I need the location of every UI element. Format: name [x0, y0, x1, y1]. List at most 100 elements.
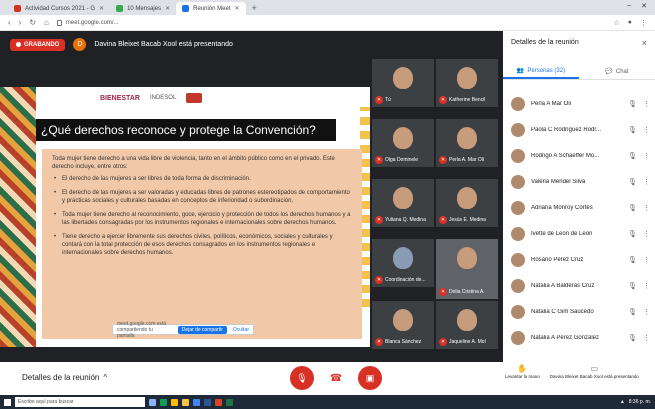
presentation-slide: BIENESTAR INDESOL ¿Qué derechos reconoce… — [0, 87, 370, 347]
mic-off-icon: 🎙 — [628, 179, 637, 186]
tab-label: 10 Mensajes — [127, 5, 162, 12]
participant-tile[interactable]: ✕ Tú — [372, 59, 434, 107]
participant-tile[interactable]: ✕ Yuliana Q. Medina — [372, 179, 434, 227]
minimize-icon[interactable]: – — [627, 2, 631, 10]
more-options-icon[interactable]: ⋮ — [643, 126, 650, 134]
more-options-icon[interactable]: ⋮ — [643, 230, 650, 238]
raise-hand-button[interactable]: ✋ Levantar la mano — [505, 364, 540, 379]
mic-off-icon: 🎙 — [628, 101, 637, 108]
participant-name: Paola C Rodríguez Rodr... — [531, 127, 602, 133]
powerpoint-icon[interactable] — [215, 398, 222, 406]
list-item[interactable]: Paola C Rodríguez Rodr... 🎙 ⋮ — [503, 117, 655, 143]
leave-call-button[interactable]: ☎ — [328, 366, 344, 390]
forward-icon[interactable]: › — [19, 18, 22, 27]
meeting-details-button[interactable]: Detalles de la reunión ^ — [22, 373, 107, 382]
list-item[interactable]: Rosario Pérez Cruz 🎙 ⋮ — [503, 247, 655, 273]
slide-content-box: Toda mujer tiene derecho a una vida libr… — [42, 149, 362, 339]
url-text: meet.google.com/... — [65, 19, 119, 26]
mic-off-icon: 🎙 — [628, 127, 637, 134]
participant-video — [393, 187, 413, 209]
more-options-icon[interactable]: ⋮ — [643, 256, 650, 264]
task-view-icon[interactable] — [149, 398, 156, 406]
menu-icon[interactable]: ⋮ — [640, 19, 647, 27]
participant-video — [457, 127, 477, 149]
edge-icon[interactable] — [160, 398, 167, 406]
mic-off-icon: 🎙 — [628, 283, 637, 290]
participant-tile[interactable]: ✕ Delia Cristina A. — [436, 239, 498, 299]
word-icon[interactable] — [204, 398, 211, 406]
mic-off-icon: ✕ — [375, 338, 383, 346]
chrome-icon[interactable] — [171, 398, 178, 406]
bookmark-icon[interactable]: ☆ — [613, 19, 619, 27]
close-icon[interactable]: × — [642, 38, 647, 48]
folder-icon[interactable] — [182, 398, 189, 406]
tab-close-icon[interactable]: ✕ — [165, 5, 170, 12]
stop-sharing-button[interactable]: Dejar de compartir — [177, 325, 227, 334]
participant-tile[interactable]: ✕ Katherine Bencil — [436, 59, 498, 107]
mic-off-icon: ✕ — [439, 338, 447, 346]
tab-close-icon[interactable]: ✕ — [99, 5, 104, 12]
taskbar-search-input[interactable]: Escribe aquí para buscar — [15, 397, 145, 407]
more-options-icon[interactable]: ⋮ — [643, 334, 650, 342]
slide-logos: BIENESTAR INDESOL — [100, 93, 203, 103]
slide-intro: Toda mujer tiene derecho a una vida libr… — [52, 156, 335, 170]
excel-icon[interactable] — [226, 398, 233, 406]
back-icon[interactable]: ‹ — [8, 18, 11, 27]
url-field[interactable]: meet.google.com/... — [56, 17, 606, 28]
participant-name: Natalia A Pérez González — [531, 335, 600, 341]
participant-tile[interactable]: ✕ Coordinación de... — [372, 239, 434, 287]
call-controls: 🎙 ☎ ▣ — [290, 366, 382, 390]
screen-share-notification: meet.google.com está compartiendo tu pan… — [112, 321, 254, 339]
new-tab-button[interactable]: + — [246, 3, 263, 13]
list-item[interactable]: Perla A Mar Oli 🎙 ⋮ — [503, 91, 655, 117]
profile-icon[interactable]: ● — [628, 19, 632, 27]
presenter-avatar: D — [73, 38, 87, 51]
network-icon[interactable]: ▲ — [620, 399, 625, 405]
more-options-icon[interactable]: ⋮ — [643, 308, 650, 316]
browser-tab-3[interactable]: Reunión Meet ✕ — [176, 2, 246, 15]
presenting-button[interactable]: ▭ Davina Bleixet Bacab Xool está present… — [550, 364, 639, 379]
participant-tile[interactable]: ✕ Blanca Sánchez — [372, 301, 434, 349]
more-options-icon[interactable]: ⋮ — [643, 100, 650, 108]
browser-tab-1[interactable]: Actividad Cursos 2021 - G ✕ — [8, 2, 110, 15]
present-screen-icon: ▭ — [590, 364, 599, 373]
record-icon — [16, 42, 21, 47]
list-item[interactable]: Ivette de Leon de Leon 🎙 ⋮ — [503, 221, 655, 247]
close-window-icon[interactable]: ✕ — [641, 2, 647, 10]
tab-label: Actividad Cursos 2021 - G — [25, 5, 96, 12]
list-item[interactable]: Natalia C Gim Saucedo 🎙 ⋮ — [503, 299, 655, 325]
tab-close-icon[interactable]: ✕ — [234, 5, 239, 12]
more-options-icon[interactable]: ⋮ — [643, 178, 650, 186]
more-options-icon[interactable]: ⋮ — [643, 282, 650, 290]
home-icon[interactable]: ⌂ — [44, 18, 49, 27]
tab-people[interactable]: 👥 Personas (32) — [503, 64, 579, 79]
list-item[interactable]: Natalia A Balderas Cruz 🎙 ⋮ — [503, 273, 655, 299]
chat-icon: 💬 — [605, 69, 613, 75]
mic-off-icon: ✕ — [439, 288, 447, 296]
windows-start-icon[interactable] — [4, 398, 11, 406]
list-item[interactable]: Rodrigo A Schaeffer Mo... 🎙 ⋮ — [503, 143, 655, 169]
list-item[interactable]: Natalia A Pérez González 🎙 ⋮ — [503, 325, 655, 351]
participant-tile[interactable]: ✕ Perla A. Mar Oli — [436, 119, 498, 167]
participant-tile[interactable]: ✕ Jesús E. Medina — [436, 179, 498, 227]
mic-toggle-button[interactable]: 🎙 — [290, 366, 314, 390]
more-options-icon[interactable]: ⋮ — [643, 152, 650, 160]
hide-share-bar-button[interactable]: Ocultar — [233, 327, 249, 333]
reload-icon[interactable]: ↻ — [29, 18, 36, 27]
browser-tab-2[interactable]: 10 Mensajes ✕ — [110, 2, 176, 15]
avatar — [511, 331, 525, 345]
presenting-label: Davina Bleixet Bacab Xool está presentan… — [549, 374, 639, 379]
avatar — [511, 149, 525, 163]
raise-hand-label: Levantar la mano — [505, 374, 540, 379]
store-icon[interactable] — [193, 398, 200, 406]
list-item[interactable]: Valeria Mendel Silva 🎙 ⋮ — [503, 169, 655, 195]
mic-off-icon: 🎙 — [628, 153, 637, 160]
tab-chat[interactable]: 💬 Chat — [579, 64, 655, 79]
more-options-icon[interactable]: ⋮ — [643, 204, 650, 212]
recording-label: GRABANDO — [24, 41, 60, 48]
camera-toggle-button[interactable]: ▣ — [358, 366, 382, 390]
clock[interactable]: 8:36 p. m. — [629, 399, 651, 405]
participant-tile[interactable]: ✕ Olga Dominele — [372, 119, 434, 167]
list-item[interactable]: Adriana Monroy Cortés 🎙 ⋮ — [503, 195, 655, 221]
participant-tile[interactable]: ✕ Jaqueline A. Mol — [436, 301, 498, 349]
